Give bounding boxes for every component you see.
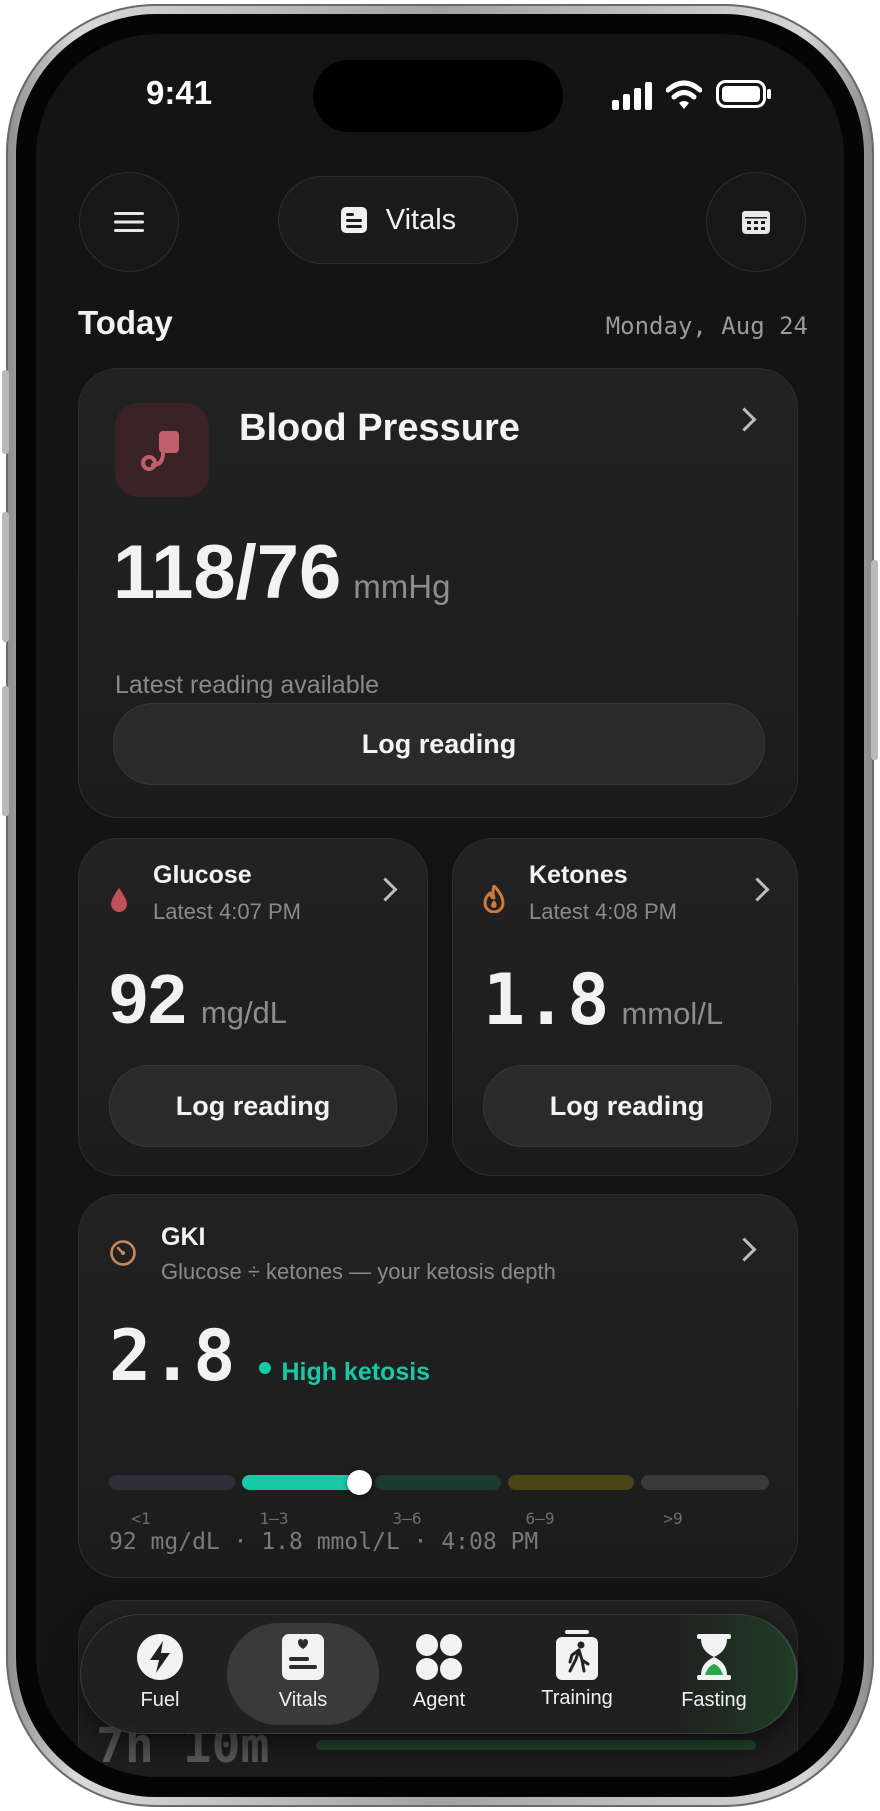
glucose-card[interactable]: Glucose Latest 4:07 PM 92 mg/dL Log read… [78, 838, 428, 1176]
today-label: Today [78, 304, 173, 341]
ketones-value-row: 1.8 mmol/L [483, 959, 723, 1041]
gki-title: GKI [161, 1223, 206, 1251]
action-button [2, 370, 9, 454]
gki-value-row: 2.8 High ketosis [109, 1315, 430, 1397]
menu-icon [114, 212, 144, 232]
agent-icon [416, 1634, 462, 1680]
signal-icon [612, 82, 652, 110]
glucose-value-row: 92 mg/dL [109, 959, 287, 1039]
gki-scale-segment [508, 1475, 634, 1490]
blood-pressure-icon-tile [115, 403, 209, 497]
gki-scale-label: <1 [131, 1509, 151, 1528]
ketones-title: Ketones [529, 861, 628, 889]
calendar-icon [742, 211, 770, 234]
dynamic-island [313, 60, 563, 132]
gki-scale-label: 3–6 [392, 1509, 422, 1528]
ketones-card[interactable]: Ketones Latest 4:08 PM 1.8 mmol/L Log re… [452, 838, 798, 1176]
chevron-right-icon [373, 877, 398, 902]
hourglass-icon [697, 1634, 731, 1680]
power-button [871, 560, 878, 760]
clipboard-icon [340, 207, 367, 233]
chevron-right-icon [732, 407, 757, 432]
tab-label: Agent [412, 1689, 466, 1711]
gki-scale-segment [641, 1475, 769, 1490]
flame-icon [483, 885, 505, 913]
gauge-icon [110, 1240, 136, 1266]
tab-fasting[interactable]: Fasting [659, 1633, 769, 1712]
tab-label: Training [541, 1687, 613, 1709]
tab-label: Vitals [278, 1689, 328, 1711]
glucose-unit: mg/dL [200, 995, 288, 1030]
date-label: Monday, Aug 24 [605, 312, 808, 340]
bp-log-reading-button[interactable]: Log reading [113, 703, 765, 785]
ketones-log-reading-button[interactable]: Log reading [483, 1065, 771, 1147]
calendar-button[interactable] [706, 172, 806, 272]
vitals-icon [282, 1634, 324, 1680]
status-time: 9:41 [146, 74, 213, 111]
blood-drop-icon [111, 888, 127, 912]
gki-value: 2.8 [109, 1315, 236, 1397]
volume-down-button [2, 686, 9, 816]
tab-label: Fuel [140, 1689, 180, 1711]
sleep-progress-bar [316, 1740, 756, 1750]
chevron-right-icon [745, 877, 770, 902]
screen: 9:41 Vitals Today Monday, Aug 24 Blood P… [36, 34, 844, 1777]
gki-status-dot [259, 1362, 272, 1374]
blood-pressure-value: 118/76 [113, 530, 342, 615]
ketones-value: 1.8 [483, 959, 610, 1041]
gki-card[interactable]: GKI Glucose ÷ ketones — your ketosis dep… [78, 1194, 798, 1578]
blood-pressure-unit: mmHg [353, 568, 451, 605]
tab-training[interactable]: Training [522, 1629, 632, 1710]
blood-pressure-icon [141, 431, 179, 471]
tab-vitals[interactable]: Vitals [248, 1633, 358, 1712]
gki-scale-label: 1–3 [259, 1509, 289, 1528]
gki-scale [109, 1470, 769, 1495]
blood-pressure-title: Blood Pressure [239, 407, 520, 449]
tab-bar: Fuel Vitals Agent Training Fasting [80, 1614, 798, 1734]
gki-subtitle: Glucose ÷ ketones — your ketosis depth [161, 1259, 556, 1284]
glucose-latest: Latest 4:07 PM [153, 899, 301, 924]
glucose-log-reading-button[interactable]: Log reading [109, 1065, 397, 1147]
tab-agent[interactable]: Agent [384, 1633, 494, 1712]
battery-icon [716, 80, 771, 108]
glucose-title: Glucose [153, 861, 252, 889]
blood-pressure-subtitle: Latest reading available [115, 671, 380, 699]
gki-scale-segment [109, 1475, 235, 1490]
glucose-value: 92 [109, 960, 187, 1038]
gki-scale-segment [375, 1475, 501, 1490]
gki-scale-label: >9 [663, 1509, 683, 1528]
vitals-title-pill[interactable]: Vitals [278, 176, 518, 264]
gki-status: High ketosis [281, 1358, 431, 1386]
chevron-right-icon [732, 1237, 757, 1262]
menu-button[interactable] [79, 172, 179, 272]
gki-scale-marker [347, 1470, 372, 1495]
page-title: Vitals [385, 203, 457, 236]
tab-label: Fasting [681, 1689, 747, 1711]
ketones-unit: mmol/L [621, 996, 724, 1031]
tab-fuel[interactable]: Fuel [105, 1633, 215, 1712]
wifi-icon [666, 80, 702, 109]
blood-pressure-card[interactable]: Blood Pressure 118/76 mmHg Latest readin… [78, 368, 798, 818]
bolt-icon [137, 1634, 183, 1680]
ketones-latest: Latest 4:08 PM [529, 899, 677, 924]
blood-pressure-value-row: 118/76 mmHg [113, 529, 450, 616]
gki-footer: 92 mg/dL · 1.8 mmol/L · 4:08 PM [109, 1529, 539, 1555]
gki-scale-labels: <1 1–3 3–6 6–9 >9 [91, 1509, 791, 1531]
training-icon [556, 1630, 598, 1680]
gki-scale-label: 6–9 [525, 1509, 555, 1528]
volume-up-button [2, 512, 9, 642]
